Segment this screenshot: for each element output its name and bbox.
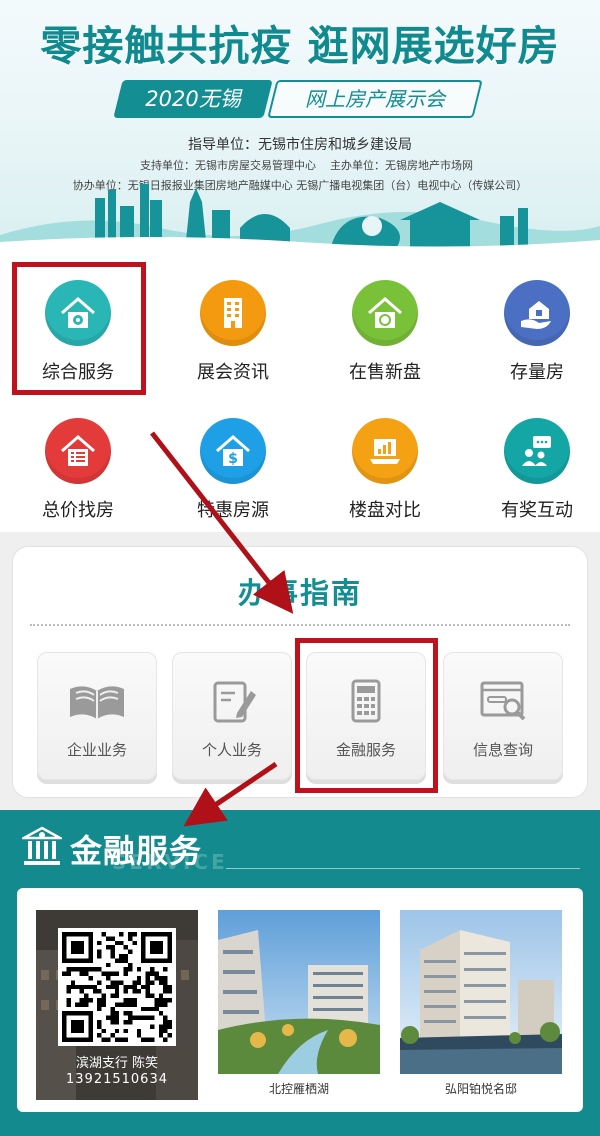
edit-note-icon [213, 681, 256, 723]
banner-guide-unit: 指导单位：无锡市住房和城乡建设局 [188, 137, 412, 153]
finance-header-line [226, 868, 580, 869]
banner-subtitle-event: 网上房产展示会 [305, 87, 445, 111]
guide-button-info-query[interactable]: 信息查询 [443, 652, 563, 780]
guide-button-enterprise[interactable]: 企业业务 [37, 652, 157, 780]
city-skyline-illustration [0, 184, 600, 250]
grid-item-discount[interactable]: $ 特惠房源 [158, 418, 308, 522]
grid-item-label: 在售新盘 [349, 362, 421, 383]
grid-item-label: 有奖互动 [501, 500, 573, 521]
building-icon [200, 280, 266, 346]
grid-item-label: 总价找房 [42, 500, 114, 521]
highlight-box-comprehensive [12, 262, 146, 395]
dollar-house-icon: $ [200, 418, 266, 484]
hand-house-icon [504, 280, 570, 346]
property-caption-hongyang: 弘阳铂悦名邸 [444, 1082, 517, 1096]
house-icon [352, 280, 418, 346]
property-image-beikong[interactable] [218, 910, 380, 1074]
contact-phone: 13921510634 [66, 1072, 168, 1087]
bank-icon [22, 826, 62, 865]
hero-banner: 零接触共抗疫 逛网展选好房 2020无锡 网上房产展示会 指导单位：无锡市住房和… [0, 0, 600, 250]
finance-title: 金融服务 [70, 832, 203, 870]
grid-item-interactive[interactable]: 有奖互动 [462, 418, 600, 522]
grid-item-label: 展会资讯 [197, 362, 269, 383]
guide-title: 办事指南 [237, 576, 362, 610]
guide-button-label: 个人业务 [201, 741, 262, 759]
list-house-icon [45, 418, 111, 484]
banner-host-unit: 主办单位：无锡房地产市场网 [330, 159, 473, 172]
guide-button-personal[interactable]: 个人业务 [172, 652, 292, 780]
grid-item-compare[interactable]: 楼盘对比 [310, 418, 460, 522]
guide-button-label: 企业业务 [66, 741, 127, 759]
search-window-icon [480, 681, 526, 721]
guide-divider [30, 624, 570, 626]
chat-people-icon [504, 418, 570, 484]
laptop-chart-icon [352, 418, 418, 484]
banner-subtitle-bar: 2020无锡 网上房产展示会 [113, 80, 483, 118]
open-book-icon [70, 686, 124, 719]
qr-code [58, 928, 176, 1046]
banner-support-unit: 支持单位：无锡市房屋交易管理中心 [140, 159, 316, 172]
grid-item-resale[interactable]: 存量房 [462, 280, 600, 384]
property-caption-beikong: 北控雁栖湖 [268, 1082, 329, 1096]
contact-name: 滨湖支行 陈笑 [75, 1056, 159, 1071]
grid-item-price-search[interactable]: 总价找房 [3, 418, 153, 522]
svg-text:$: $ [228, 451, 238, 467]
property-image-hongyang[interactable] [400, 910, 562, 1074]
guide-button-label: 信息查询 [472, 741, 533, 759]
banner-title: 零接触共抗疫 逛网展选好房 [40, 22, 560, 70]
qr-contact-card[interactable]: 滨湖支行 陈笑 13921510634 [36, 910, 198, 1100]
grid-item-expo-news[interactable]: 展会资讯 [158, 280, 308, 384]
grid-item-label: 特惠房源 [197, 500, 269, 521]
highlight-box-finance [295, 638, 438, 793]
grid-item-label: 楼盘对比 [349, 500, 421, 521]
banner-subtitle-year: 2020无锡 [145, 87, 241, 111]
grid-item-label: 存量房 [510, 362, 564, 383]
grid-item-new-listings[interactable]: 在售新盘 [310, 280, 460, 384]
